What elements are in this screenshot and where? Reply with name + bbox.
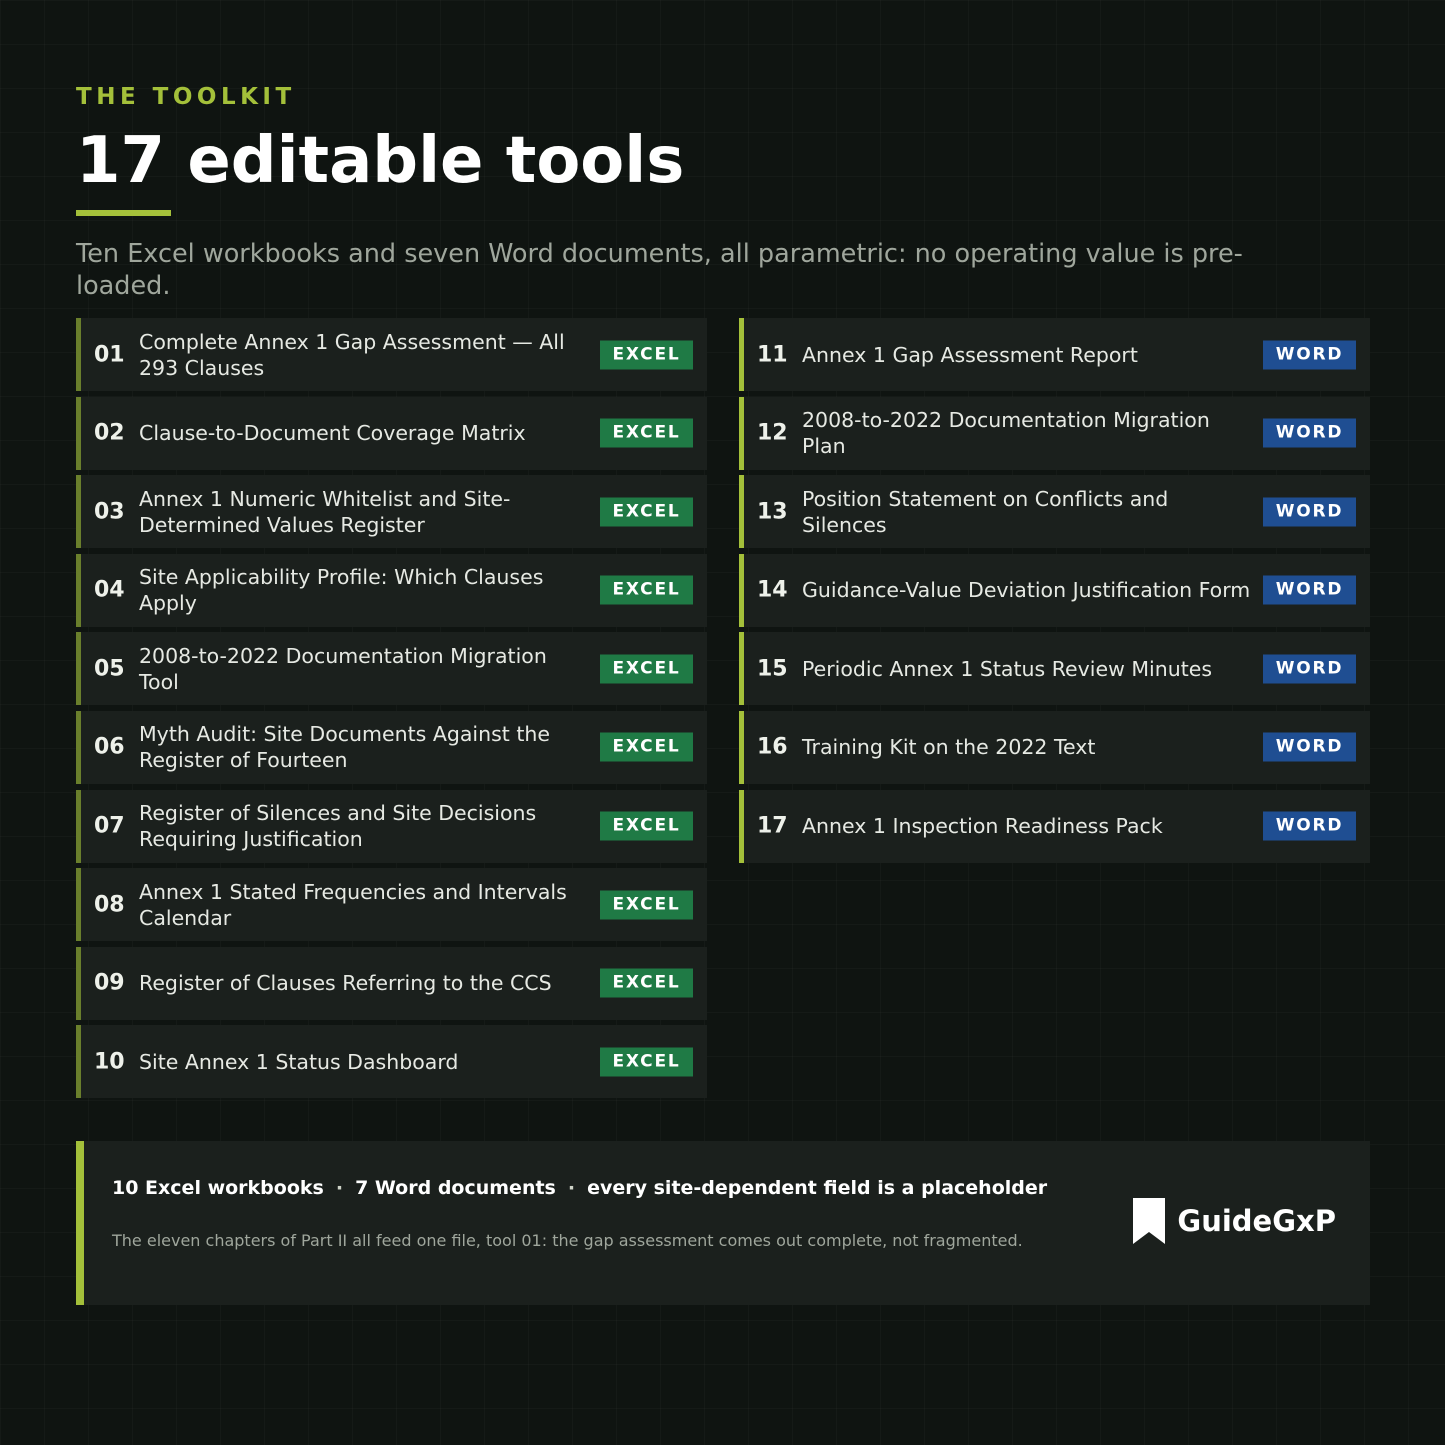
- word-tools-column: 11 Annex 1 Gap Assessment Report WORD 12…: [739, 318, 1370, 868]
- word-badge: WORD: [1263, 418, 1356, 448]
- tool-row: 13 Position Statement on Conflicts and S…: [739, 475, 1370, 549]
- word-badge: WORD: [1263, 654, 1356, 684]
- word-badge: WORD: [1263, 575, 1356, 605]
- tool-row: 10 Site Annex 1 Status Dashboard EXCEL: [76, 1025, 707, 1099]
- eyebrow-label: THE TOOLKIT: [76, 84, 296, 110]
- tool-name: Complete Annex 1 Gap Assessment — All 29…: [139, 329, 565, 380]
- tool-name: Register of Silences and Site Decisions …: [139, 801, 537, 852]
- tool-row: 08 Annex 1 Stated Frequencies and Interv…: [76, 868, 707, 942]
- tool-name: 2008-to-2022 Documentation Migration Pla…: [802, 408, 1210, 459]
- tool-number: 04: [94, 577, 125, 603]
- page-title: 17 editable tools: [76, 124, 685, 198]
- tool-row: 05 2008-to-2022 Documentation Migration …: [76, 632, 707, 706]
- tool-row: 09 Register of Clauses Referring to the …: [76, 946, 707, 1020]
- page-subtitle: Ten Excel workbooks and seven Word docum…: [76, 239, 1243, 301]
- tool-row: 07 Register of Silences and Site Decisio…: [76, 789, 707, 863]
- excel-badge: EXCEL: [600, 1047, 693, 1077]
- excel-badge: EXCEL: [600, 890, 693, 920]
- stat-separator: ·: [567, 1177, 576, 1199]
- stat-separator: ·: [335, 1177, 344, 1199]
- excel-badge: EXCEL: [600, 654, 693, 684]
- tool-row: 14 Guidance-Value Deviation Justificatio…: [739, 553, 1370, 627]
- footer-stats: 10 Excel workbooks · 7 Word documents · ever…: [112, 1177, 1047, 1199]
- word-badge: WORD: [1263, 340, 1356, 369]
- tool-number: 01: [94, 342, 125, 367]
- excel-badge: EXCEL: [600, 340, 693, 369]
- tool-name: Site Applicability Profile: Which Clause…: [139, 565, 544, 616]
- tool-number: 10: [94, 1049, 125, 1075]
- tool-row: 11 Annex 1 Gap Assessment Report WORD: [739, 318, 1370, 391]
- tool-number: 17: [757, 813, 788, 839]
- tool-row: 15 Periodic Annex 1 Status Review Minute…: [739, 632, 1370, 706]
- tool-number: 12: [757, 420, 788, 446]
- excel-badge: EXCEL: [600, 575, 693, 605]
- word-badge: WORD: [1263, 732, 1356, 762]
- tool-row: 01 Complete Annex 1 Gap Assessment — All…: [76, 318, 707, 391]
- tool-number: 05: [94, 656, 125, 682]
- tool-number: 09: [94, 970, 125, 996]
- excel-tools-column: 01 Complete Annex 1 Gap Assessment — All…: [76, 318, 707, 1104]
- word-count-stat: 7 Word documents: [355, 1177, 556, 1199]
- tool-row: 02 Clause-to-Document Coverage Matrix EX…: [76, 396, 707, 470]
- tool-row: 16 Training Kit on the 2022 Text WORD: [739, 710, 1370, 784]
- tool-row: 03 Annex 1 Numeric Whitelist and Site-De…: [76, 475, 707, 549]
- placeholder-stat: every site-dependent field is a placehol…: [587, 1177, 1048, 1199]
- tool-name: Position Statement on Conflicts and Sile…: [802, 486, 1169, 537]
- tool-row: 04 Site Applicability Profile: Which Cla…: [76, 553, 707, 627]
- tool-number: 14: [757, 577, 788, 603]
- word-badge: WORD: [1263, 497, 1356, 527]
- tool-name: Annex 1 Inspection Readiness Pack: [802, 814, 1163, 839]
- brand-logo: GuideGxP: [1133, 1198, 1336, 1244]
- bookmark-icon: [1133, 1198, 1166, 1244]
- tool-name: Training Kit on the 2022 Text: [802, 735, 1096, 760]
- excel-count-stat: 10 Excel workbooks: [112, 1177, 324, 1199]
- footer-panel: 10 Excel workbooks · 7 Word documents · ever…: [76, 1141, 1370, 1305]
- tool-number: 16: [757, 734, 788, 760]
- tool-number: 15: [757, 656, 788, 682]
- tool-name: Periodic Annex 1 Status Review Minutes: [802, 656, 1213, 681]
- excel-badge: EXCEL: [600, 968, 693, 998]
- tool-name: Myth Audit: Site Documents Against the R…: [139, 722, 550, 773]
- tool-number: 03: [94, 499, 125, 525]
- tool-name: Clause-to-Document Coverage Matrix: [139, 421, 526, 446]
- tool-name: Guidance-Value Deviation Justification F…: [802, 578, 1251, 603]
- tool-name: 2008-to-2022 Documentation Migration Too…: [139, 643, 547, 694]
- excel-badge: EXCEL: [600, 497, 693, 527]
- footer-note: The eleven chapters of Part II all feed …: [112, 1231, 1023, 1250]
- tool-number: 07: [94, 813, 125, 839]
- tool-name: Register of Clauses Referring to the CCS: [139, 971, 552, 996]
- brand-name: GuideGxP: [1177, 1204, 1336, 1238]
- tool-row: 17 Annex 1 Inspection Readiness Pack WOR…: [739, 789, 1370, 863]
- tool-name: Annex 1 Gap Assessment Report: [802, 342, 1138, 367]
- tool-name: Annex 1 Stated Frequencies and Intervals…: [139, 879, 567, 930]
- tool-row: 12 2008-to-2022 Documentation Migration …: [739, 396, 1370, 470]
- excel-badge: EXCEL: [600, 732, 693, 762]
- tool-number: 06: [94, 734, 125, 760]
- word-badge: WORD: [1263, 811, 1356, 841]
- tool-number: 02: [94, 420, 125, 446]
- tool-row: 06 Myth Audit: Site Documents Against th…: [76, 710, 707, 784]
- tool-number: 13: [757, 499, 788, 525]
- tool-name: Annex 1 Numeric Whitelist and Site-Deter…: [139, 486, 511, 537]
- title-underline: [76, 210, 171, 216]
- excel-badge: EXCEL: [600, 418, 693, 448]
- excel-badge: EXCEL: [600, 811, 693, 841]
- tool-name: Site Annex 1 Status Dashboard: [139, 1049, 459, 1074]
- tool-number: 08: [94, 892, 125, 918]
- tool-number: 11: [757, 342, 788, 367]
